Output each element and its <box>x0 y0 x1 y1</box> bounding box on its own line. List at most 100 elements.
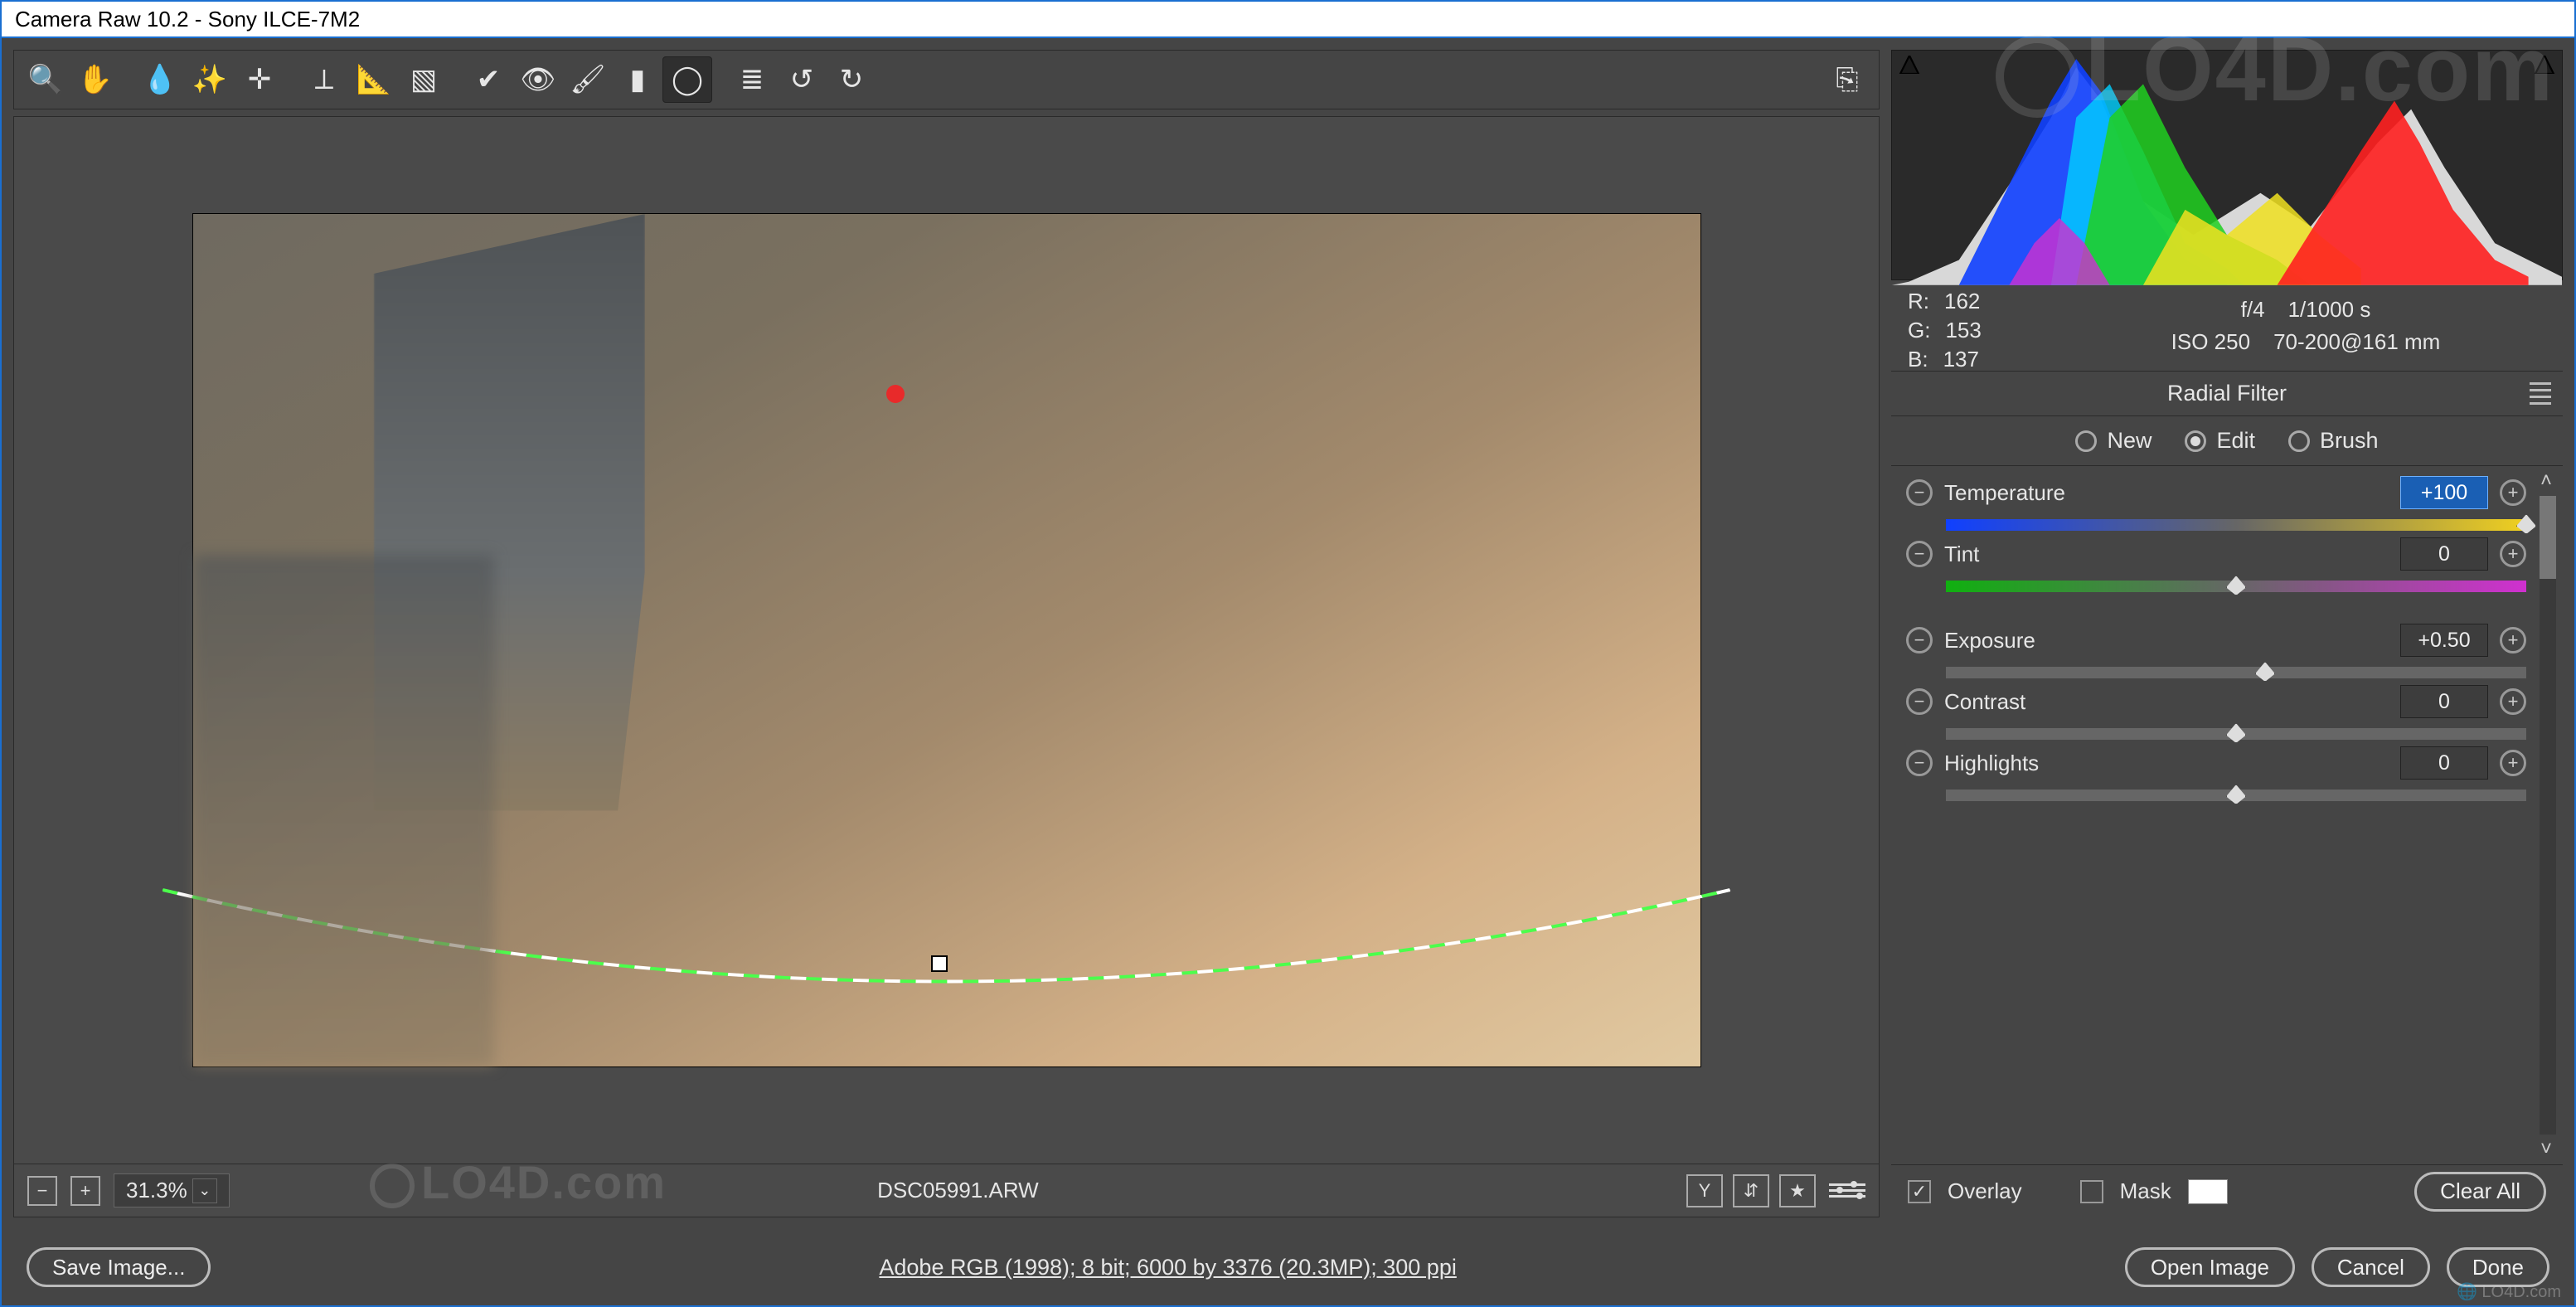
exposure-plus[interactable]: + <box>2500 627 2526 654</box>
view-options-icon[interactable] <box>1829 1174 1865 1207</box>
status-icon-1[interactable]: ⇵ <box>1733 1174 1769 1207</box>
temperature-input[interactable] <box>2400 476 2488 509</box>
overlay-checkbox[interactable] <box>1908 1180 1931 1203</box>
cancel-button[interactable]: Cancel <box>2312 1247 2430 1287</box>
rotate-cw-tool[interactable]: ↻ <box>827 56 876 103</box>
slider-highlights: −Highlights + <box>1906 746 2526 801</box>
status-bar: − + 31.3% ⌄ DSC05991.ARW Y ⇵ ★ <box>14 1164 1879 1217</box>
straighten-tool[interactable]: 📐 <box>349 56 399 103</box>
histogram[interactable] <box>1891 50 2563 280</box>
filename-label: DSC05991.ARW <box>243 1178 1673 1203</box>
adjust-brush-tool[interactable]: 🖌 <box>563 56 613 103</box>
zoom-tool[interactable]: 🔍 <box>21 56 70 103</box>
wb-tool[interactable]: 💧 <box>135 56 185 103</box>
overlay-label: Overlay <box>1948 1178 2022 1204</box>
radial-tool[interactable]: ◯ <box>662 56 712 103</box>
spot-tool[interactable]: ✔ <box>463 56 513 103</box>
contrast-label: Contrast <box>1944 689 2389 715</box>
temperature-plus[interactable]: + <box>2500 479 2526 506</box>
contrast-thumb[interactable] <box>2226 723 2246 743</box>
contrast-minus[interactable]: − <box>1906 688 1933 715</box>
aperture-value: f/4 <box>2241 297 2265 323</box>
open-image-button[interactable]: Open Image <box>2125 1247 2295 1287</box>
mode-edit[interactable]: Edit <box>2185 428 2255 454</box>
highlights-thumb[interactable] <box>2226 785 2246 804</box>
hand-tool[interactable]: ✋ <box>70 56 120 103</box>
graduated-tool[interactable]: ▮ <box>613 56 662 103</box>
b-value: 137 <box>1943 347 1979 372</box>
mask-checkbox[interactable] <box>2080 1180 2103 1203</box>
tint-label: Tint <box>1944 542 2389 567</box>
highlights-label: Highlights <box>1944 751 2389 776</box>
clear-all-button[interactable]: Clear All <box>2414 1172 2546 1212</box>
exif-row: R:162 G:153 B:137 f/41/1000 s ISO 25070-… <box>1891 280 2563 372</box>
overlay-row: Overlay Mask Clear All <box>1891 1164 2563 1217</box>
chevron-down-icon[interactable]: ⌄ <box>192 1178 217 1203</box>
tint-input[interactable] <box>2400 537 2488 571</box>
export-icon[interactable]: ⎘ <box>1822 56 1872 103</box>
presets-tool[interactable]: ≣ <box>727 56 777 103</box>
mask-color-swatch[interactable] <box>2188 1179 2228 1204</box>
scroll-up-icon[interactable]: ˄ <box>2535 469 2558 493</box>
redeye-tool[interactable]: 👁 <box>513 56 563 103</box>
footer: Save Image... Adobe RGB (1998); 8 bit; 6… <box>2 1229 2574 1305</box>
exposure-minus[interactable]: − <box>1906 627 1933 654</box>
slider-exposure: −Exposure + <box>1906 624 2526 678</box>
photo[interactable] <box>192 213 1701 1067</box>
tint-minus[interactable]: − <box>1906 541 1933 567</box>
contrast-track[interactable] <box>1946 728 2526 740</box>
slider-temperature: −Temperature + <box>1906 476 2526 531</box>
watermark-small: 🌐 LO4D.com <box>2457 1281 2561 1302</box>
highlights-input[interactable] <box>2400 746 2488 780</box>
mode-new[interactable]: New <box>2075 428 2152 454</box>
scrollbar-thumb[interactable] <box>2540 496 2556 579</box>
slider-contrast: −Contrast + <box>1906 685 2526 740</box>
tint-track[interactable] <box>1946 581 2526 592</box>
save-image-button[interactable]: Save Image... <box>27 1247 211 1287</box>
scroll-down-icon[interactable]: ˅ <box>2535 1138 2558 1161</box>
sliders-panel: ˄ ˅ −Temperature+−Tint+−Exposure+−Contra… <box>1891 466 2563 1164</box>
temperature-label: Temperature <box>1944 480 2389 506</box>
right-panel: R:162 G:153 B:137 f/41/1000 s ISO 25070-… <box>1891 50 2563 1217</box>
temperature-track[interactable] <box>1946 519 2526 531</box>
exposure-label: Exposure <box>1944 628 2389 654</box>
r-label: R: <box>1908 289 1929 314</box>
contrast-input[interactable] <box>2400 685 2488 718</box>
temperature-minus[interactable]: − <box>1906 479 1933 506</box>
left-column: 🔍✋ 💧✨✛ ⟂📐▧ ✔👁🖌▮◯ ≣↺↻ ⎘ − + <box>13 50 1880 1217</box>
color-sampler-tool[interactable]: ✨ <box>185 56 235 103</box>
highlights-plus[interactable]: + <box>2500 750 2526 776</box>
histogram-chart <box>1892 51 2562 285</box>
temperature-thumb[interactable] <box>2516 514 2536 534</box>
zoom-select[interactable]: 31.3% ⌄ <box>114 1173 230 1207</box>
contrast-plus[interactable]: + <box>2500 688 2526 715</box>
transform-tool[interactable]: ▧ <box>399 56 449 103</box>
exposure-thumb[interactable] <box>2255 662 2275 682</box>
canvas[interactable] <box>14 117 1879 1164</box>
status-icon-2[interactable]: ★ <box>1779 1174 1816 1207</box>
zoom-out-button[interactable]: − <box>27 1176 57 1206</box>
exposure-input[interactable] <box>2400 624 2488 657</box>
preview-area: − + 31.3% ⌄ DSC05991.ARW Y ⇵ ★ <box>13 116 1880 1217</box>
exposure-track[interactable] <box>1946 667 2526 678</box>
b-label: B: <box>1908 347 1928 372</box>
target-tool[interactable]: ✛ <box>235 56 284 103</box>
zoom-in-button[interactable]: + <box>70 1176 100 1206</box>
mode-brush[interactable]: Brush <box>2288 428 2379 454</box>
highlights-track[interactable] <box>1946 790 2526 801</box>
tint-plus[interactable]: + <box>2500 541 2526 567</box>
scrollbar-track[interactable] <box>2540 496 2556 1135</box>
workflow-link[interactable]: Adobe RGB (1998); 8 bit; 6000 by 3376 (2… <box>230 1255 2104 1280</box>
iso-value: ISO 250 <box>2171 329 2250 355</box>
radial-outline[interactable] <box>163 879 1730 1095</box>
radial-handle[interactable] <box>931 955 948 972</box>
pin-marker[interactable] <box>886 385 905 403</box>
highlights-minus[interactable]: − <box>1906 750 1933 776</box>
status-icon-0[interactable]: Y <box>1686 1174 1723 1207</box>
panel-title: Radial Filter <box>2167 381 2287 406</box>
g-label: G: <box>1908 318 1930 343</box>
tint-thumb[interactable] <box>2226 576 2246 595</box>
crop-tool[interactable]: ⟂ <box>299 56 349 103</box>
rotate-ccw-tool[interactable]: ↺ <box>777 56 827 103</box>
panel-menu-icon[interactable] <box>2530 382 2551 405</box>
